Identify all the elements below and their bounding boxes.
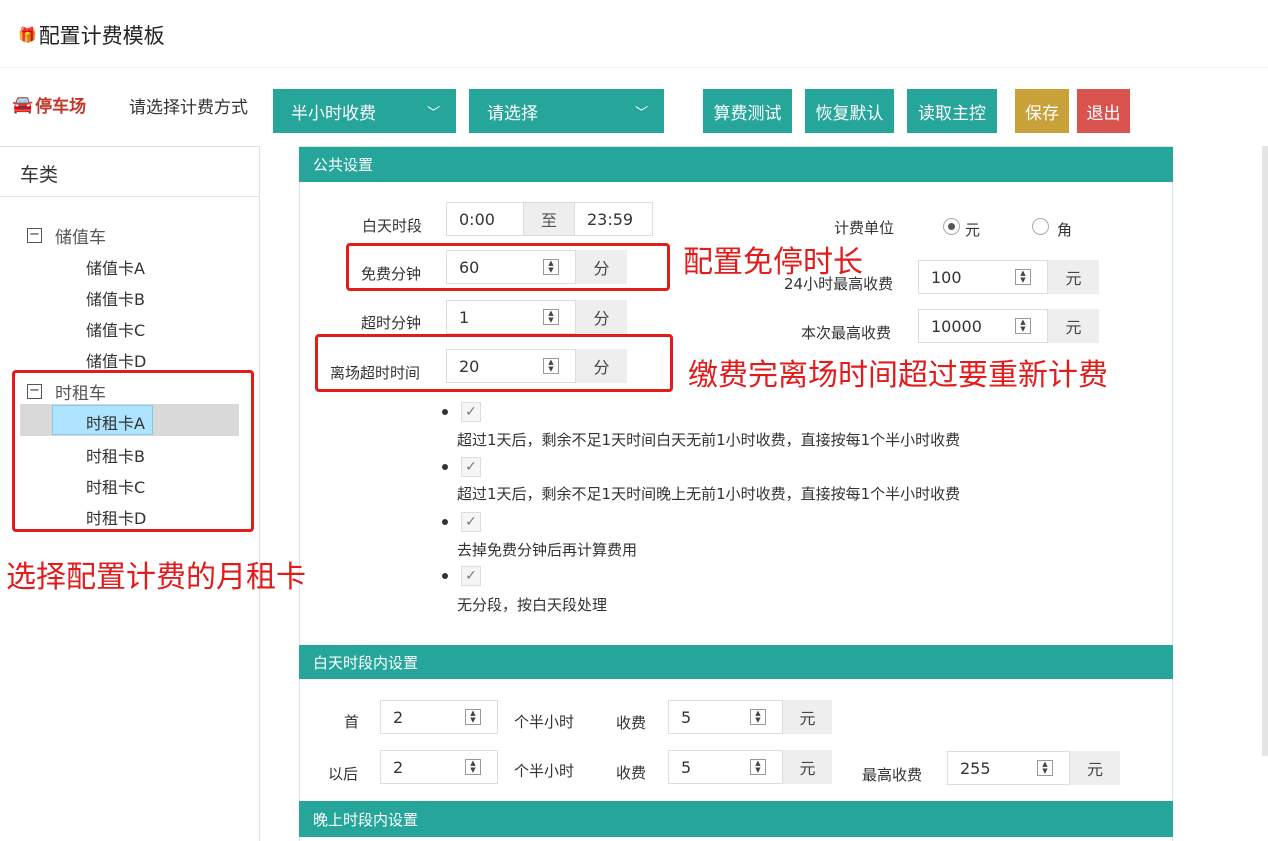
overtime-minutes-unit: 分: [576, 300, 627, 334]
page-title: 配置计费模板: [38, 24, 165, 48]
max-once-label: 本次最高收费: [801, 324, 892, 342]
after-unit-label: 个半小时: [514, 762, 575, 780]
page-title-wrap: 🎁 配置计费模板: [18, 20, 165, 50]
collapse-icon[interactable]: −: [27, 228, 42, 243]
annotation-box-leave-time: [315, 334, 673, 392]
save-button[interactable]: 保存: [1015, 89, 1069, 133]
bullet: [442, 573, 448, 579]
spinner-icon[interactable]: ▲ ▼: [465, 759, 481, 775]
after-fee-value: 5: [681, 757, 692, 777]
annotation-box-select-card: [12, 370, 254, 532]
day-settings-header: 白天时段内设置: [299, 645, 1173, 679]
after-count-value: 2: [393, 757, 404, 777]
after-fee-unit: 元: [783, 750, 832, 784]
first-count-input[interactable]: 2 ▲ ▼: [380, 700, 498, 734]
tree-item-stored-b[interactable]: 储值卡B: [86, 286, 145, 310]
to-label: 至: [524, 202, 574, 236]
scrollbar[interactable]: [1262, 146, 1268, 756]
overtime-minutes-value: 1: [459, 307, 470, 327]
option-text-3: 去掉免费分钟后再计算费用: [457, 541, 638, 559]
first-count-value: 2: [393, 707, 404, 727]
tree-group-stored[interactable]: − 储值车: [27, 223, 106, 248]
option-checkbox-2[interactable]: ✓: [461, 457, 481, 477]
gift-icon: 🎁: [18, 26, 37, 44]
exit-button[interactable]: 退出: [1077, 89, 1130, 133]
first-unit-label: 个半小时: [514, 713, 575, 731]
tree-item-stored-a[interactable]: 储值卡A: [86, 255, 145, 279]
max-24h-input[interactable]: 100 ▲ ▼: [918, 260, 1048, 294]
overtime-minutes-label: 超时分钟: [361, 314, 422, 332]
tree-item-stored-c[interactable]: 储值卡C: [86, 317, 145, 341]
day-max-label: 最高收费: [862, 766, 923, 784]
read-master-button[interactable]: 读取主控: [907, 89, 997, 133]
option-checkbox-1[interactable]: ✓: [461, 402, 481, 422]
car-icon: 🚘: [12, 94, 34, 115]
calc-method-value: 半小时收费: [291, 103, 376, 124]
bullet: [442, 409, 448, 415]
day-max-input[interactable]: 255 ▲ ▼: [947, 751, 1070, 785]
after-label: 以后: [328, 765, 359, 783]
radio-jiao-label: 角: [1057, 221, 1073, 239]
calc-test-button[interactable]: 算费测试: [703, 89, 792, 133]
night-settings-header: 晚上时段内设置: [299, 801, 1173, 837]
first-label: 首: [344, 713, 360, 731]
annotation-box-free-time: [346, 243, 670, 291]
option-text-4: 无分段，按白天段处理: [457, 596, 608, 614]
secondary-select-value: 请选择: [487, 103, 538, 124]
first-fee-value: 5: [681, 707, 692, 727]
spinner-icon[interactable]: ▲ ▼: [1015, 269, 1031, 285]
option-checkbox-3[interactable]: ✓: [461, 512, 481, 532]
day-start-input[interactable]: 0:00: [446, 202, 524, 236]
tree-item-stored-d[interactable]: 储值卡D: [86, 348, 146, 372]
day-end-input[interactable]: 23:59: [574, 202, 653, 236]
radio-yuan-label: 元: [965, 221, 981, 239]
max-once-value: 10000: [931, 316, 982, 336]
first-fee-input[interactable]: 5 ▲ ▼: [668, 700, 783, 734]
day-period-label: 白天时段: [362, 217, 423, 235]
spinner-icon[interactable]: ▲ ▼: [750, 759, 766, 775]
parking-lot-text: 停车场: [35, 97, 87, 117]
calc-method-label: 请选择计费方式: [129, 98, 248, 118]
chevron-down-icon: ﹀: [426, 105, 440, 121]
max-once-input[interactable]: 10000 ▲ ▼: [918, 309, 1048, 343]
day-max-unit: 元: [1070, 751, 1120, 785]
chevron-down-icon: ﹀: [634, 105, 648, 121]
after-fee-label: 收费: [616, 764, 647, 782]
annotation-select-card: 选择配置计费的月租卡: [6, 560, 306, 595]
secondary-select[interactable]: 请选择 ﹀: [469, 89, 664, 133]
radio-jiao[interactable]: [1032, 218, 1049, 235]
spinner-icon[interactable]: ▲ ▼: [1015, 318, 1031, 334]
after-count-input[interactable]: 2 ▲ ▼: [380, 750, 498, 784]
after-fee-input[interactable]: 5 ▲ ▼: [668, 750, 783, 784]
annotation-free-time: 配置免停时长: [683, 245, 863, 280]
spinner-icon[interactable]: ▲ ▼: [750, 709, 766, 725]
spinner-icon[interactable]: ▲ ▼: [465, 709, 481, 725]
tree-group-label: 储值车: [55, 228, 106, 248]
header-divider: [0, 67, 1268, 68]
restore-default-button[interactable]: 恢复默认: [805, 89, 894, 133]
spinner-icon[interactable]: ▲ ▼: [1037, 760, 1053, 776]
max-24h-value: 100: [931, 267, 962, 287]
day-max-value: 255: [960, 758, 991, 778]
bullet: [442, 464, 448, 470]
overtime-minutes-input[interactable]: 1 ▲ ▼: [446, 300, 576, 334]
option-checkbox-4[interactable]: ✓: [461, 566, 481, 586]
spinner-icon[interactable]: ▲ ▼: [543, 309, 559, 325]
annotation-leave-time: 缴费完离场时间超过要重新计费: [688, 358, 1108, 393]
billing-unit-label: 计费单位: [834, 219, 895, 237]
bullet: [442, 519, 448, 525]
option-text-2: 超过1天后，剩余不足1天时间晚上无前1小时收费，直接按每1个半小时收费: [457, 485, 961, 503]
parking-lot-label[interactable]: 🚘 停车场: [12, 92, 87, 118]
first-fee-unit: 元: [783, 700, 832, 734]
first-fee-label: 收费: [616, 714, 647, 732]
max-24h-unit: 元: [1048, 260, 1099, 294]
public-settings-header: 公共设置: [299, 147, 1173, 182]
max-once-unit: 元: [1048, 309, 1099, 343]
sidebar-title: 车类: [0, 146, 259, 197]
radio-yuan[interactable]: [943, 218, 960, 235]
option-text-1: 超过1天后，剩余不足1天时间白天无前1小时收费，直接按每1个半小时收费: [457, 431, 961, 449]
calc-method-select[interactable]: 半小时收费 ﹀: [273, 89, 456, 133]
